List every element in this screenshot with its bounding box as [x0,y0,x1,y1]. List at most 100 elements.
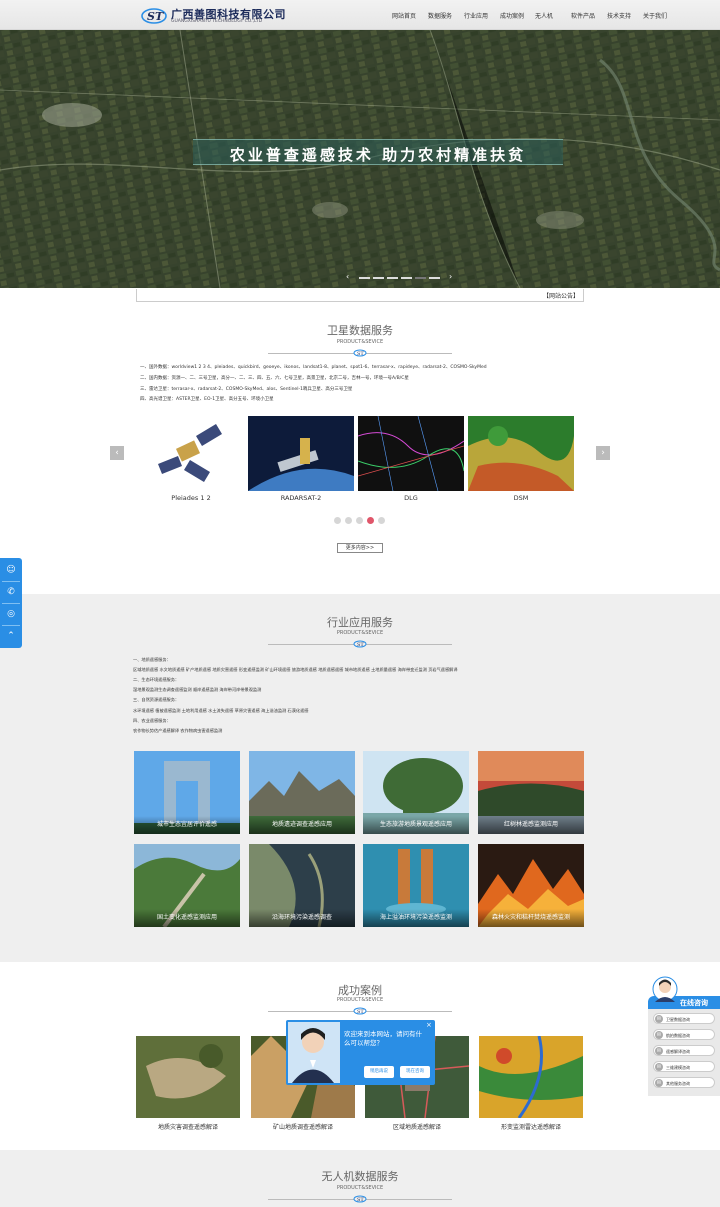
svg-text:ST: ST [357,351,364,357]
banner-dot[interactable] [373,277,384,279]
popup-message: 欢迎来到本网站，请问有什么可以帮您？ [344,1030,422,1047]
nav-cases[interactable]: 成功案例 [500,11,524,20]
nav-home[interactable]: 网站首页 [392,11,416,20]
banner-title-box: 农业普查遥感技术 助力农村精准扶贫 [193,139,563,165]
sat-card-image[interactable] [358,416,464,491]
cases-section-title: 成功案例 [338,984,382,997]
sat-section-title: 卫星数据服务 [327,324,393,337]
sat-card-image[interactable] [138,416,244,491]
banner-title: 农业普查遥感技术 助力农村精准扶贫 [229,146,527,164]
banner-dot[interactable] [429,277,440,279]
sat-section-subtitle: PRODUCT&SEVICE [336,339,384,345]
case-caption[interactable]: 地质灾害调查遥感解译 [136,1122,240,1131]
svg-text:ST: ST [357,1009,364,1015]
banner-dot[interactable] [387,277,398,279]
more-button[interactable]: 更多内容>> [337,543,383,553]
chat-icon: ✉ [655,1031,663,1039]
agent-avatar [652,976,678,1002]
carousel-dot[interactable] [345,517,352,524]
consult-item[interactable]: ✉ 航拍数据咨询 [653,1029,715,1040]
side-divider [2,581,20,582]
sat-card-caption[interactable]: RADARSAT-2 [248,494,354,502]
chat-icon: ✉ [655,1047,663,1055]
qq-icon[interactable]: ☺ [5,564,17,576]
case-caption[interactable]: 形变监测雷达遥感解译 [479,1122,583,1131]
phone-icon[interactable]: ✆ [5,586,17,598]
industry-card[interactable]: 城市生态宜居评价遥感 [134,751,240,834]
svg-text:ST: ST [357,1197,364,1203]
notice-bar: 【网站公告】 [136,289,584,302]
sat-card-caption[interactable]: DLG [358,494,464,502]
uav-section-subtitle: PRODUCT&SEVICE [336,1185,384,1191]
industry-card[interactable]: 地质遗迹调查遥感应用 [249,751,355,834]
carousel-dot-active[interactable] [367,517,374,524]
sat-card-image[interactable] [468,416,574,491]
online-consult-widget: 在线咨询 ✉ 卫星数据咨询 ✉ 航拍数据咨询 ✉ 遥感解译咨询 ✉ 三维建模咨询 ✉ 其他… [648,976,720,1096]
banner-pagination [347,275,457,281]
sat-line: 二、国内数据：资源一、二、三号卫星，高分一、二、三、四、五、六、七号卫星，高景卫… [140,376,409,381]
hero-banner[interactable]: 农业普查遥感技术 助力农村精准扶贫 ‹ › [0,30,720,288]
consult-item[interactable]: ✉ 其他服务咨询 [653,1077,715,1088]
close-icon[interactable]: × [426,1021,432,1029]
industry-card[interactable]: 红树林遥感监测应用 [478,751,584,834]
industry-card[interactable]: 生态旅游地质景观遥感应用 [363,751,469,834]
sat-card-image[interactable] [248,416,354,491]
back-to-top-icon[interactable]: ⌃ [5,630,17,642]
nav-support[interactable]: 技术支持 [607,11,631,20]
carousel-dot[interactable] [334,517,341,524]
later-button[interactable]: 稍后再说 [364,1066,394,1078]
banner-dot-active[interactable] [415,277,426,279]
swoosh-icon: ST [353,640,367,648]
industry-card[interactable]: 沿海环境污染遥感调查 [249,844,355,927]
sat-card-caption[interactable]: Pleiades 1 2 [138,494,244,502]
ind-section-title: 行业应用服务 [327,616,393,629]
side-divider [2,625,20,626]
chat-icon: ✉ [655,1079,663,1087]
notice-label[interactable]: 【网站公告】 [543,291,579,300]
banner-dot[interactable] [401,277,412,279]
nav-software[interactable]: 软件产品 [571,11,595,20]
consult-now-button[interactable]: 现在咨询 [400,1066,430,1078]
logo-icon: ST [141,8,167,24]
banner-dot[interactable] [359,277,370,279]
chat-popup: 欢迎来到本网站，请问有什么可以帮您？ × 稍后再说 现在咨询 [286,1020,435,1085]
ind-line: 二、生态环境遥感服务： [133,677,180,682]
case-caption[interactable]: 矿山地质调查遥感解译 [251,1122,355,1131]
carousel-dot[interactable] [356,517,363,524]
nav-data-service[interactable]: 数据服务 [428,11,452,20]
case-caption[interactable]: 区域地质遥感解译 [365,1122,469,1131]
logo[interactable]: ST 广西善图科技有限公司 GUANGXISHANTU TECHNOLOGY C… [140,4,286,26]
swoosh-icon: ST [353,349,367,357]
consult-item[interactable]: ✉ 卫星数据咨询 [653,1013,715,1024]
sat-line: 一、国外数据：worldview1 2 3 4、pleiades、quickbi… [140,365,487,370]
side-contact-bar: ☺ ✆ ◎ ⌃ [0,558,22,648]
industry-card[interactable]: 海上溢油环境污染遥感监测 [363,844,469,927]
carousel-next-button[interactable]: › [596,446,610,460]
consult-item[interactable]: ✉ 三维建模咨询 [653,1061,715,1072]
ind-line: 水环境遥感 植被遥感监测 土地利用遥感 水土流失遥感 草原灾害遥感 海上溢油监测… [133,708,309,713]
swoosh-icon: ST [353,1195,367,1203]
nav-about[interactable]: 关于我们 [643,11,667,20]
consult-item[interactable]: ✉ 遥感解译咨询 [653,1045,715,1056]
header: ST 广西善图科技有限公司 GUANGXISHANTU TECHNOLOGY C… [0,0,720,30]
nav-uav[interactable]: 无人机 [535,11,553,20]
case-card-image[interactable] [479,1036,583,1118]
ind-line: 农作物长势估产遥感解译 农作物病虫害遥感监测 [133,728,223,733]
industry-card-caption: 生态旅游地质景观遥感应用 [363,816,469,834]
wechat-icon[interactable]: ◎ [5,608,17,620]
ind-line: 三、自然资源遥感服务： [133,697,180,702]
consult-title: 在线咨询 [680,999,708,1007]
svg-text:ST: ST [147,10,164,23]
industry-card-caption: 国土变化遥感监测应用 [134,909,240,927]
carousel-dot[interactable] [378,517,385,524]
sat-card-caption[interactable]: DSM [468,494,574,502]
svg-text:ST: ST [357,642,364,648]
chat-icon: ✉ [655,1063,663,1071]
industry-card[interactable]: 国土变化遥感监测应用 [134,844,240,927]
consult-list: ✉ 卫星数据咨询 ✉ 航拍数据咨询 ✉ 遥感解译咨询 ✉ 三维建模咨询 ✉ 其他服务咨询 [648,1009,720,1096]
carousel-prev-button[interactable]: ‹ [110,446,124,460]
ind-line: 湿地景观监测生态调查遥感监测 顺岸遥感监测 海岸带河岸带景观监测 [133,687,262,692]
nav-industry[interactable]: 行业应用 [464,11,488,20]
industry-card[interactable]: 森林火灾和秸秆焚烧遥感监测 [478,844,584,927]
case-card-image[interactable] [136,1036,240,1118]
